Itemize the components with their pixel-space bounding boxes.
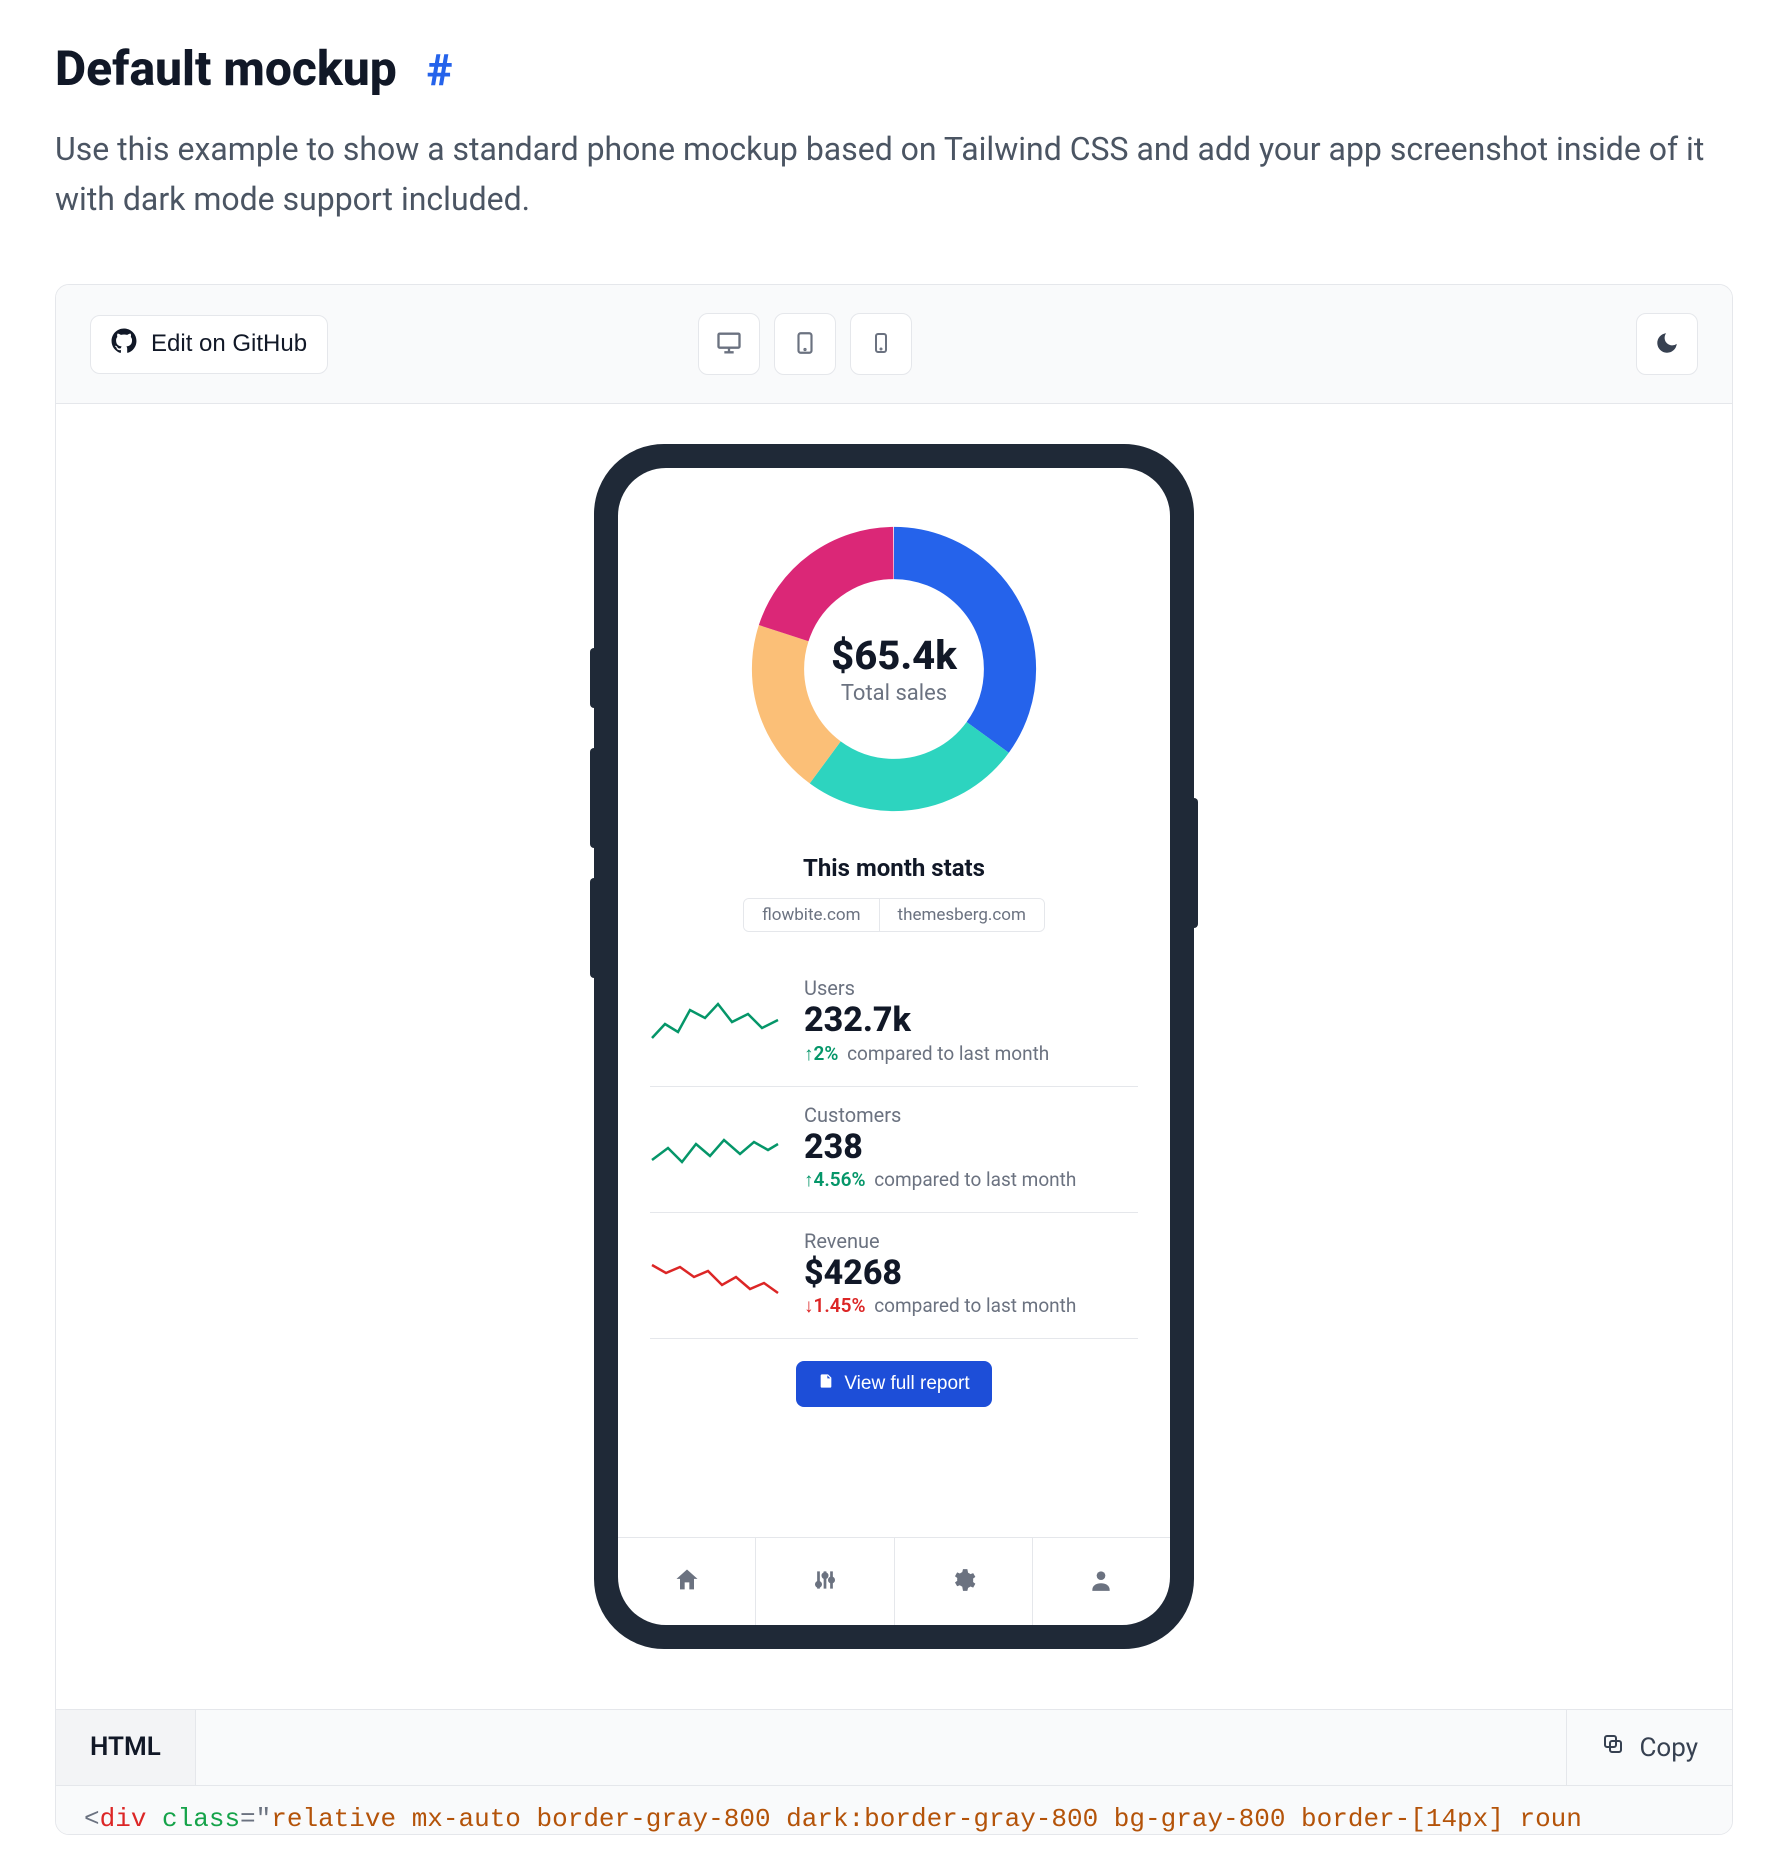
stat-label: Users: [804, 976, 1138, 1000]
delta-percent: 1.45%: [814, 1294, 866, 1317]
stats-list: Users 232.7k ↑2% compared to last month: [638, 960, 1150, 1407]
code-tab-html[interactable]: HTML: [56, 1710, 196, 1785]
sparkline-icon: [650, 1247, 780, 1301]
nav-profile[interactable]: [1033, 1538, 1170, 1625]
document-icon: [818, 1373, 834, 1395]
phone-mockup: $65.4k Total sales This month stats flow…: [594, 444, 1194, 1649]
example-card: Edit on GitHub: [55, 284, 1733, 1835]
view-report-button[interactable]: View full report: [796, 1361, 991, 1407]
stat-row-users: Users 232.7k ↑2% compared to last month: [650, 960, 1138, 1086]
copy-button[interactable]: Copy: [1566, 1710, 1732, 1785]
viewport-desktop-button[interactable]: [698, 313, 760, 375]
stat-value: $4268: [804, 1255, 1138, 1292]
moon-icon: [1654, 330, 1680, 359]
donut-center: $65.4k Total sales: [749, 524, 1039, 814]
viewport-mobile-button[interactable]: [850, 313, 912, 375]
gear-icon: [950, 1567, 976, 1597]
bottom-nav: [618, 1537, 1170, 1625]
viewport-tablet-button[interactable]: [774, 313, 836, 375]
sparkline-icon: [650, 1120, 780, 1174]
page-title: Default mockup #: [55, 40, 453, 97]
copy-label: Copy: [1639, 1733, 1698, 1763]
user-icon: [1088, 1567, 1114, 1597]
delta-text: compared to last month: [874, 1168, 1076, 1191]
delta-text: compared to last month: [847, 1042, 1049, 1065]
stat-value: 238: [804, 1129, 1138, 1166]
phone-screen: $65.4k Total sales This month stats flow…: [618, 468, 1170, 1625]
donut-chart: $65.4k Total sales: [749, 524, 1039, 814]
section-title: This month stats: [803, 854, 985, 882]
nav-home[interactable]: [618, 1538, 756, 1625]
phone-side-button: [590, 878, 598, 978]
edit-github-button[interactable]: Edit on GitHub: [90, 315, 328, 374]
stat-row-revenue: Revenue $4268 ↓1.45% compared to last mo…: [650, 1213, 1138, 1339]
chip-group: flowbite.com themesberg.com: [743, 898, 1045, 932]
phone-side-button: [590, 748, 598, 848]
delta-percent: 2%: [814, 1042, 839, 1065]
page-title-text: Default mockup: [55, 40, 397, 97]
arrow-up-icon: ↑: [804, 1042, 814, 1065]
stat-value: 232.7k: [804, 1002, 1138, 1039]
desktop-icon: [715, 329, 743, 360]
phone-side-button: [1190, 798, 1198, 928]
viewport-buttons: [698, 313, 912, 375]
stat-delta: ↑4.56% compared to last month: [804, 1168, 1138, 1192]
arrow-down-icon: ↓: [804, 1294, 814, 1317]
screen-content: $65.4k Total sales This month stats flow…: [618, 468, 1170, 1537]
code-bar: HTML Copy: [56, 1709, 1732, 1785]
mobile-icon: [869, 331, 893, 358]
phone-side-button: [590, 648, 598, 708]
edit-github-label: Edit on GitHub: [151, 330, 307, 358]
stat-row-customers: Customers 238 ↑4.56% compared to last mo…: [650, 1087, 1138, 1213]
example-toolbar: Edit on GitHub: [56, 285, 1732, 404]
anchor-link[interactable]: #: [427, 44, 453, 96]
dark-mode-toggle[interactable]: [1636, 313, 1698, 375]
view-report-label: View full report: [844, 1373, 969, 1395]
donut-value: $65.4k: [831, 632, 957, 679]
page-description: Use this example to show a standard phon…: [55, 125, 1733, 224]
preview-area: $65.4k Total sales This month stats flow…: [56, 404, 1732, 1709]
github-icon: [111, 328, 137, 361]
stat-delta: ↑2% compared to last month: [804, 1042, 1138, 1066]
arrow-up-icon: ↑: [804, 1168, 814, 1191]
nav-settings[interactable]: [895, 1538, 1033, 1625]
stat-label: Customers: [804, 1103, 1138, 1127]
copy-icon: [1601, 1732, 1625, 1763]
code-preview: <div class="relative mx-auto border-gray…: [56, 1785, 1732, 1834]
donut-label: Total sales: [841, 681, 947, 706]
delta-text: compared to last month: [874, 1294, 1076, 1317]
tablet-icon: [792, 330, 818, 359]
sliders-icon: [812, 1567, 838, 1597]
stat-delta: ↓1.45% compared to last month: [804, 1294, 1138, 1318]
sparkline-icon: [650, 994, 780, 1048]
chip-themesberg[interactable]: themesberg.com: [879, 899, 1044, 931]
home-icon: [673, 1566, 701, 1598]
nav-sliders[interactable]: [756, 1538, 894, 1625]
stat-label: Revenue: [804, 1229, 1138, 1253]
chip-flowbite[interactable]: flowbite.com: [744, 899, 878, 931]
delta-percent: 4.56%: [814, 1168, 866, 1191]
